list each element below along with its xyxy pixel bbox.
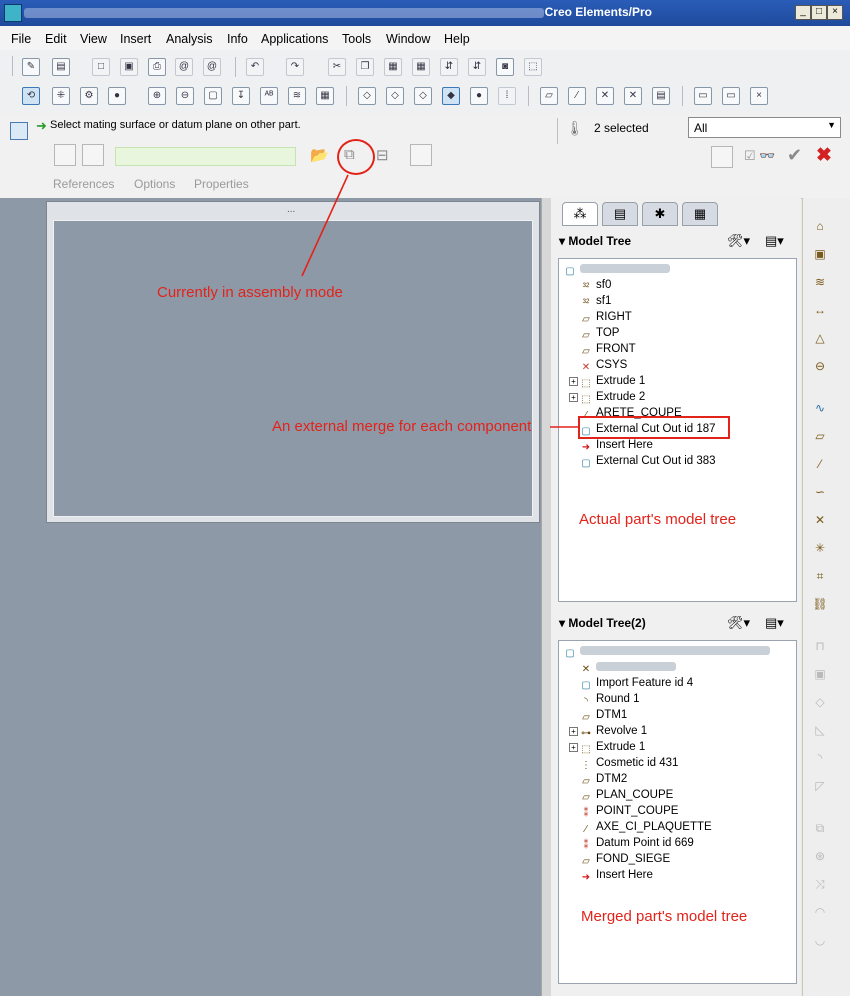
annotation-merged-tree: Merged part's model tree (581, 908, 748, 925)
annotation-line-assembly (301, 174, 349, 277)
annotation-external-merge: An external merge for each component (272, 418, 532, 435)
annotation-lines (301, 174, 578, 428)
annotation-assembly-mode: Currently in assembly mode (157, 284, 343, 301)
annotation-actual-tree: Actual part's model tree (579, 511, 737, 528)
annotation-box (578, 416, 730, 439)
